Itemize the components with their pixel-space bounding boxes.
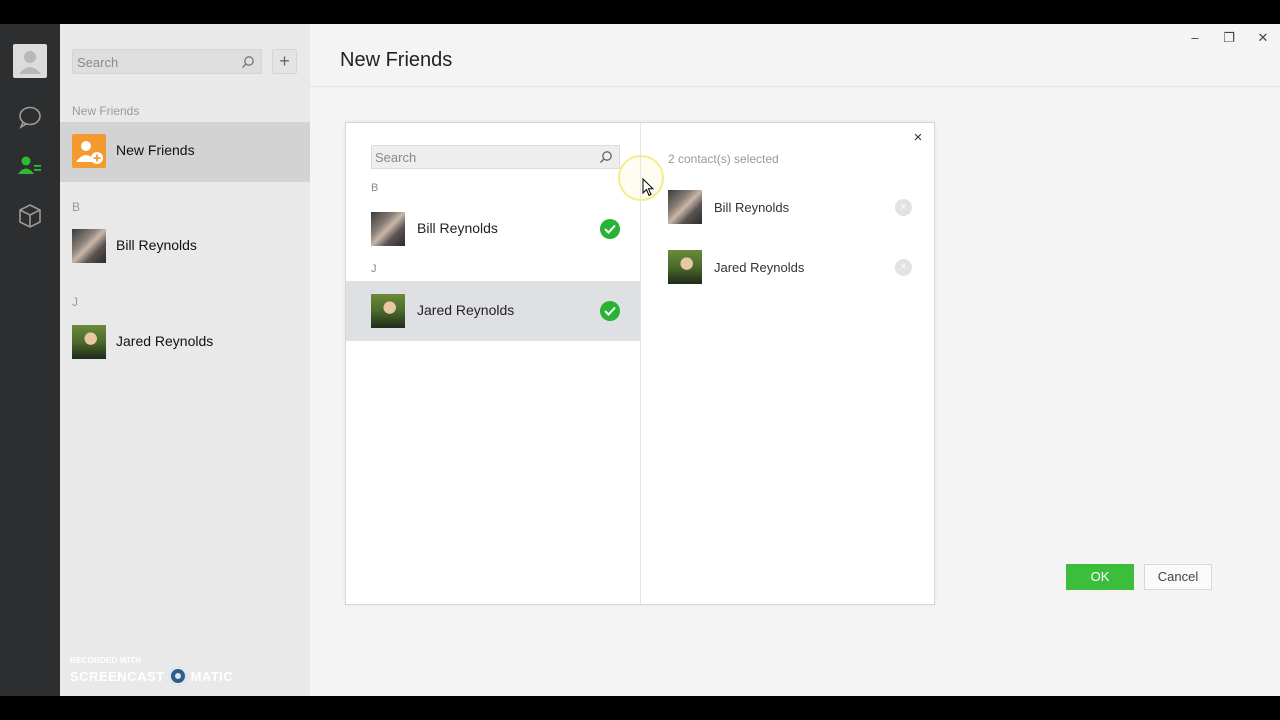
letter-header-j: J <box>371 263 377 275</box>
letter-header-b: B <box>371 182 379 194</box>
list-item-bill-reynolds[interactable]: Bill Reynolds <box>60 217 310 277</box>
nav-rail <box>0 24 60 696</box>
page-title: New Friends <box>340 49 453 71</box>
restore-button[interactable]: ❐ <box>1219 30 1239 46</box>
avatar <box>371 212 405 246</box>
box-icon[interactable] <box>17 203 43 229</box>
checked-icon[interactable] <box>600 219 620 239</box>
picker-row-bill-reynolds[interactable]: Bill Reynolds <box>346 199 640 259</box>
profile-avatar[interactable] <box>13 44 47 78</box>
picker-row-jared-reynolds[interactable]: Jared Reynolds <box>346 281 640 341</box>
avatar <box>668 250 702 284</box>
remove-icon[interactable]: × <box>895 259 912 276</box>
search-icon <box>242 56 254 68</box>
avatar <box>668 190 702 224</box>
avatar <box>72 325 106 359</box>
watermark-line2a: SCREENCAST <box>70 668 165 684</box>
avatar <box>72 229 106 263</box>
dialog-search-placeholder: Search <box>375 150 417 165</box>
selected-count: 2 contact(s) selected <box>668 152 779 166</box>
selected-row-bill-reynolds: Bill Reynolds × <box>668 190 918 226</box>
add-button[interactable]: + <box>272 49 297 74</box>
list-item-label: Jared Reynolds <box>116 333 214 349</box>
minimize-button[interactable]: – <box>1185 30 1205 45</box>
header-divider <box>310 86 1280 87</box>
search-input[interactable]: Search <box>72 49 262 74</box>
watermark-line2b: MATIC <box>190 668 234 684</box>
close-window-button[interactable]: ✕ <box>1253 30 1273 46</box>
checked-icon[interactable] <box>600 301 620 321</box>
section-label-b: B <box>72 200 81 214</box>
chat-icon[interactable] <box>17 104 43 130</box>
list-item-label: New Friends <box>116 142 195 158</box>
selected-row-jared-reynolds: Jared Reynolds × <box>668 250 918 286</box>
screencast-logo-icon <box>167 666 188 686</box>
search-placeholder: Search <box>77 55 119 70</box>
mouse-cursor-icon <box>642 178 654 197</box>
close-dialog-button[interactable]: × <box>911 129 925 146</box>
recorder-watermark: RECORDED WITH SCREENCAST MATIC <box>70 656 233 686</box>
section-label-j: J <box>72 295 78 309</box>
search-icon <box>600 151 612 163</box>
contact-list: Search + New Friends New Friends B Bill … <box>60 24 310 696</box>
selected-row-label: Bill Reynolds <box>714 200 790 215</box>
selected-row-label: Jared Reynolds <box>714 260 805 275</box>
remove-icon[interactable]: × <box>895 199 912 216</box>
selected-contacts-panel: × 2 contact(s) selected Bill Reynolds × … <box>641 123 1212 604</box>
new-friends-icon <box>72 134 106 168</box>
watermark-line1: RECORDED WITH <box>70 656 142 665</box>
dialog-search-input[interactable]: Search <box>371 145 620 169</box>
ok-button[interactable]: OK <box>1066 564 1134 590</box>
picker-row-label: Jared Reynolds <box>417 302 515 318</box>
list-item-new-friends[interactable]: New Friends <box>60 122 310 182</box>
list-item-label: Bill Reynolds <box>116 237 197 253</box>
avatar <box>371 294 405 328</box>
contacts-icon[interactable] <box>17 153 43 179</box>
list-item-jared-reynolds[interactable]: Jared Reynolds <box>60 313 310 373</box>
picker-row-label: Bill Reynolds <box>417 220 498 236</box>
section-label-new-friends: New Friends <box>72 104 140 118</box>
contact-picker: Search B Bill Reynolds J Jared Reynolds <box>346 123 641 604</box>
cursor-highlight <box>618 155 664 201</box>
cancel-button[interactable]: Cancel <box>1144 564 1212 590</box>
